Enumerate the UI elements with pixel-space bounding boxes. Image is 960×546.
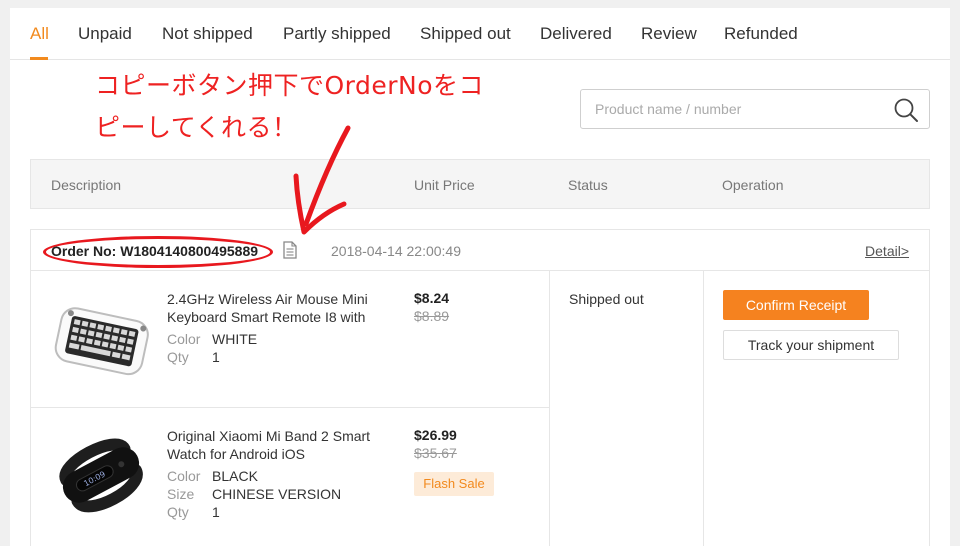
item-original-price: $35.67 [414, 445, 457, 461]
active-tab-indicator [30, 57, 48, 60]
header-operation: Operation [722, 177, 784, 193]
annotation-line-1: コピーボタン押下でOrderNoをコ [95, 71, 485, 100]
tab-review[interactable]: Review [641, 24, 697, 44]
tab-refunded[interactable]: Refunded [724, 24, 798, 44]
column-divider [549, 271, 550, 546]
orders-table-header: Description Unit Price Status Operation [30, 159, 930, 209]
order-number: Order No: W1804140800495889 [51, 243, 259, 259]
item-spec-qty: Qty 1 [167, 504, 220, 520]
item-spec-qty: Qty 1 [167, 349, 220, 365]
row-divider [31, 407, 549, 408]
keyboard-icon [54, 307, 149, 376]
tab-partly-shipped[interactable]: Partly shipped [283, 24, 391, 44]
item-title[interactable]: Original Xiaomi Mi Band 2 Smart Watch fo… [167, 427, 387, 463]
tab-shipped-out[interactable]: Shipped out [420, 24, 511, 44]
header-unit-price: Unit Price [414, 177, 475, 193]
column-divider [703, 271, 704, 546]
item-price: $8.24 [414, 290, 450, 306]
tab-not-shipped[interactable]: Not shipped [162, 24, 253, 44]
order-date: 2018-04-14 22:00:49 [331, 243, 461, 259]
header-description: Description [51, 177, 122, 193]
item-spec-size: Size CHINESE VERSION [167, 486, 342, 502]
detail-link[interactable]: Detail> [865, 243, 909, 259]
item-title[interactable]: 2.4GHz Wireless Air Mouse Mini Keyboard … [167, 290, 387, 326]
order-block: Order No: W1804140800495889 2018-04-14 2… [30, 229, 930, 546]
header-status: Status [568, 177, 608, 193]
search-input[interactable] [595, 90, 875, 128]
item-spec-color: Color WHITE [167, 331, 258, 347]
tab-unpaid[interactable]: Unpaid [78, 24, 132, 44]
flash-sale-badge: Flash Sale [414, 472, 494, 496]
item-original-price: $8.89 [414, 308, 450, 324]
order-status: Shipped out [569, 291, 644, 307]
order-tabs: All Unpaid Not shipped Partly shipped Sh… [10, 8, 950, 60]
search-box [580, 89, 930, 129]
item-price: $26.99 [414, 427, 457, 443]
tab-all[interactable]: All [30, 24, 49, 44]
annotation-line-2: ピーしてくれる！ [95, 113, 298, 142]
smart-band-icon: 10:09 [59, 438, 143, 513]
search-icon[interactable] [893, 97, 919, 123]
order-header: Order No: W1804140800495889 2018-04-14 2… [31, 230, 929, 271]
track-shipment-button[interactable]: Track your shipment [723, 330, 899, 360]
item-spec-color: Color BLACK [167, 468, 258, 484]
copy-icon[interactable] [283, 241, 297, 259]
confirm-receipt-button[interactable]: Confirm Receipt [723, 290, 869, 320]
tab-delivered[interactable]: Delivered [540, 24, 612, 44]
